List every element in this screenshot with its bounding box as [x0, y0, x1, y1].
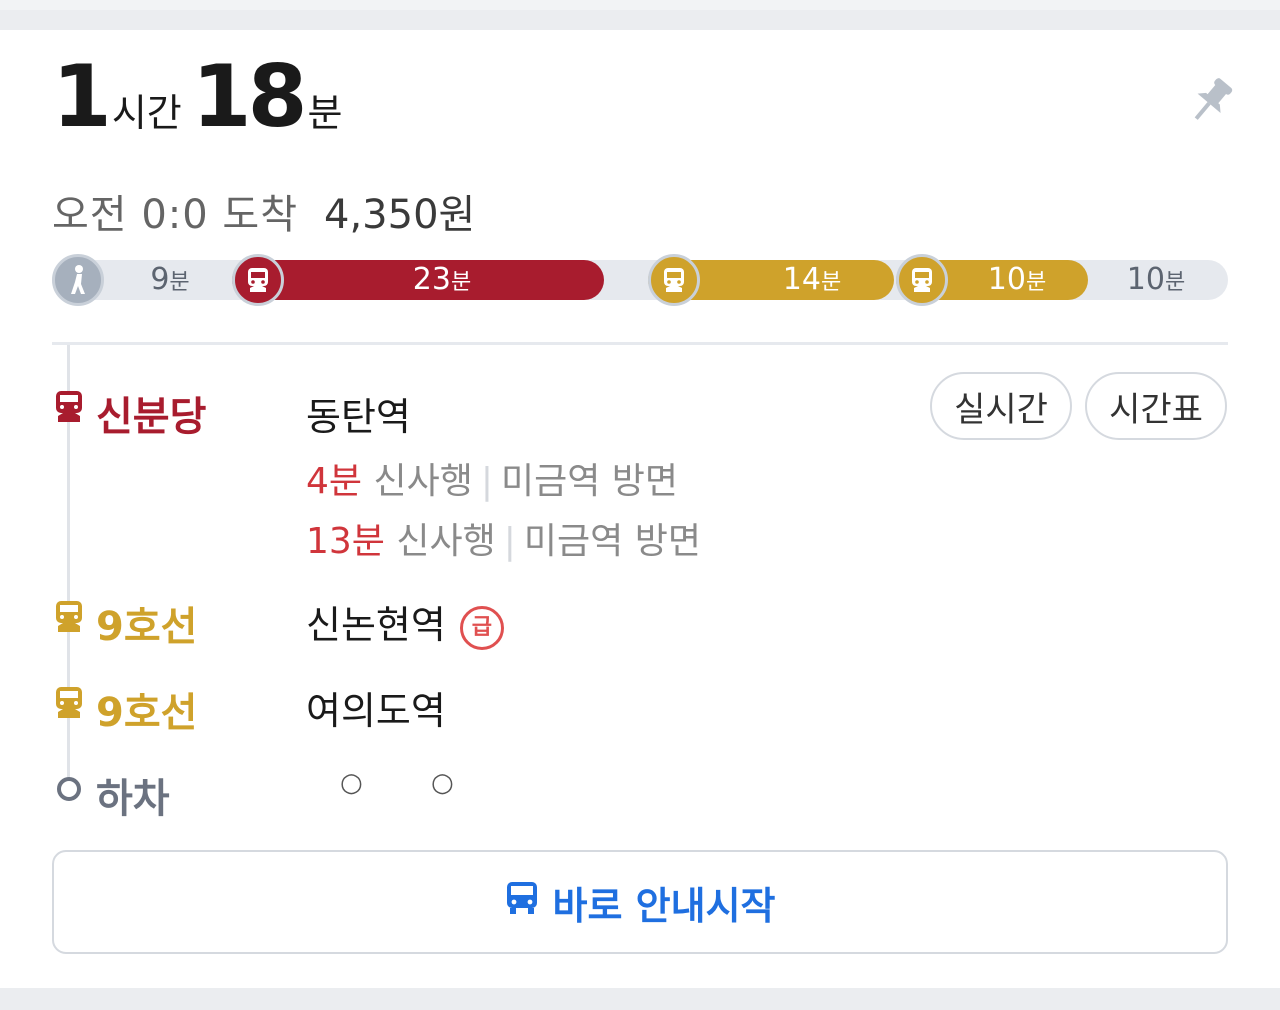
segment-line9-1-duration: 14분	[782, 262, 842, 297]
subway-icon	[52, 390, 86, 424]
duration-hours-unit: 시간	[111, 91, 182, 135]
duration-minutes-unit: 분	[307, 91, 343, 135]
bus-icon	[505, 880, 539, 925]
route-card[interactable]	[0, 30, 1280, 988]
total-duration: 1 시간 18 분	[52, 54, 352, 140]
start-navigation-button[interactable]: 바로 안내시작	[52, 850, 1228, 954]
duration-minutes: 18	[191, 47, 308, 147]
fare: 4,350원	[324, 192, 476, 238]
alight-label: 하차	[96, 776, 170, 822]
segment-walk-1-duration: 9분	[150, 262, 190, 297]
start-navigation-label: 바로 안내시작	[552, 883, 776, 928]
route-summary-line: 오전 0:0 도착 4,350원	[52, 182, 475, 240]
timetable-button[interactable]: 시간표	[1085, 372, 1227, 440]
boarding-line-name: 신분당	[96, 394, 207, 440]
transfer1-line-name: 9호선	[96, 604, 198, 650]
alight-marker	[57, 777, 81, 801]
divider	[52, 342, 1228, 345]
transfer1-station: 신논현역 급	[306, 594, 504, 650]
walk-icon	[52, 254, 104, 306]
segment-walk-2-duration: 10분	[1126, 262, 1186, 297]
top-separator	[0, 0, 1280, 10]
subway-icon	[52, 686, 86, 720]
arrival-row: 4분 신사행 | 미금역 방면	[306, 461, 679, 502]
segment-shinbundang-duration: 23분	[412, 262, 472, 297]
transfer2-station: 여의도역	[306, 689, 446, 733]
subway-icon	[896, 254, 948, 306]
realtime-button[interactable]: 실시간	[930, 372, 1072, 440]
pin-icon[interactable]	[1186, 74, 1236, 128]
boarding-station: 동탄역	[306, 395, 411, 439]
segment-line9-2-duration: 10분	[987, 262, 1047, 297]
express-badge: 급	[459, 605, 504, 650]
subway-icon	[648, 254, 700, 306]
arrival-time: 오전 0:0 도착	[52, 192, 299, 238]
subway-icon	[232, 254, 284, 306]
bottom-separator	[0, 988, 1280, 1010]
transfer2-line-name: 9호선	[96, 690, 198, 736]
arrival-row: 13분 신사행 | 미금역 방면	[306, 521, 701, 562]
duration-hours: 1	[52, 47, 112, 147]
alight-station: ○ ○	[340, 768, 484, 798]
subway-icon	[52, 600, 86, 634]
segment-bar: 9분 23분 14분 10분 10분	[52, 254, 1228, 306]
